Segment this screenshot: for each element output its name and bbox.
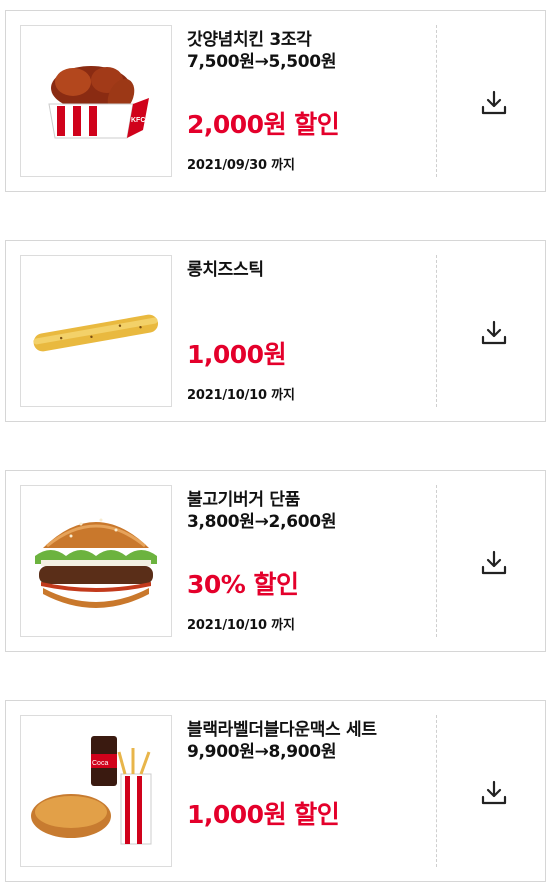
coupon-name: 롱치즈스틱	[187, 260, 264, 280]
coupon-discount: 1,000원 할인	[187, 800, 340, 829]
coupon-discount: 1,000원	[187, 340, 287, 369]
coupon-card: Coca 블랙라벨더블다운맥스 세트 9,900원→8,900원 1,000원 …	[5, 700, 546, 882]
coupon-name: 갓양념치킨 3조각	[187, 30, 312, 50]
chicken-bucket-image: KFC	[20, 25, 172, 177]
coupon-name: 불고기버거 단품	[187, 490, 300, 510]
coupon-price: 3,800원→2,600원	[187, 512, 337, 532]
svg-text:Coca: Coca	[92, 760, 108, 767]
coupon-expiry: 2021/09/30 까지	[187, 158, 295, 173]
coupon-discount: 2,000원 할인	[187, 110, 340, 139]
svg-text:KFC: KFC	[131, 117, 145, 124]
download-button[interactable]	[480, 779, 508, 807]
coupon-name: 블랙라벨더블다운맥스 세트	[187, 720, 377, 740]
burger-set-image: Coca	[20, 715, 172, 867]
download-button[interactable]	[480, 549, 508, 577]
download-button[interactable]	[480, 319, 508, 347]
coupon-card: KFC 갓양념치킨 3조각 7,500원→5,500원 2,000원 할인 20…	[5, 10, 546, 192]
dashed-divider	[436, 715, 437, 867]
coupon-price: 9,900원→8,900원	[187, 742, 337, 762]
dashed-divider	[436, 255, 437, 407]
download-icon	[481, 90, 507, 115]
coupon-expiry: 2021/10/10 까지	[187, 618, 295, 633]
cheese-stick-image	[20, 255, 172, 407]
download-icon	[481, 780, 507, 805]
bulgogi-burger-image	[20, 485, 172, 637]
coupon-card: 불고기버거 단품 3,800원→2,600원 30% 할인 2021/10/10…	[5, 470, 546, 652]
coupon-price: 7,500원→5,500원	[187, 52, 337, 72]
coupon-discount: 30% 할인	[187, 570, 299, 599]
dashed-divider	[436, 25, 437, 177]
coupon-expiry: 2021/10/10 까지	[187, 388, 295, 403]
dashed-divider	[436, 485, 437, 637]
download-icon	[481, 550, 507, 575]
download-icon	[481, 320, 507, 345]
download-button[interactable]	[480, 89, 508, 117]
coupon-card: 롱치즈스틱 1,000원 2021/10/10 까지	[5, 240, 546, 422]
